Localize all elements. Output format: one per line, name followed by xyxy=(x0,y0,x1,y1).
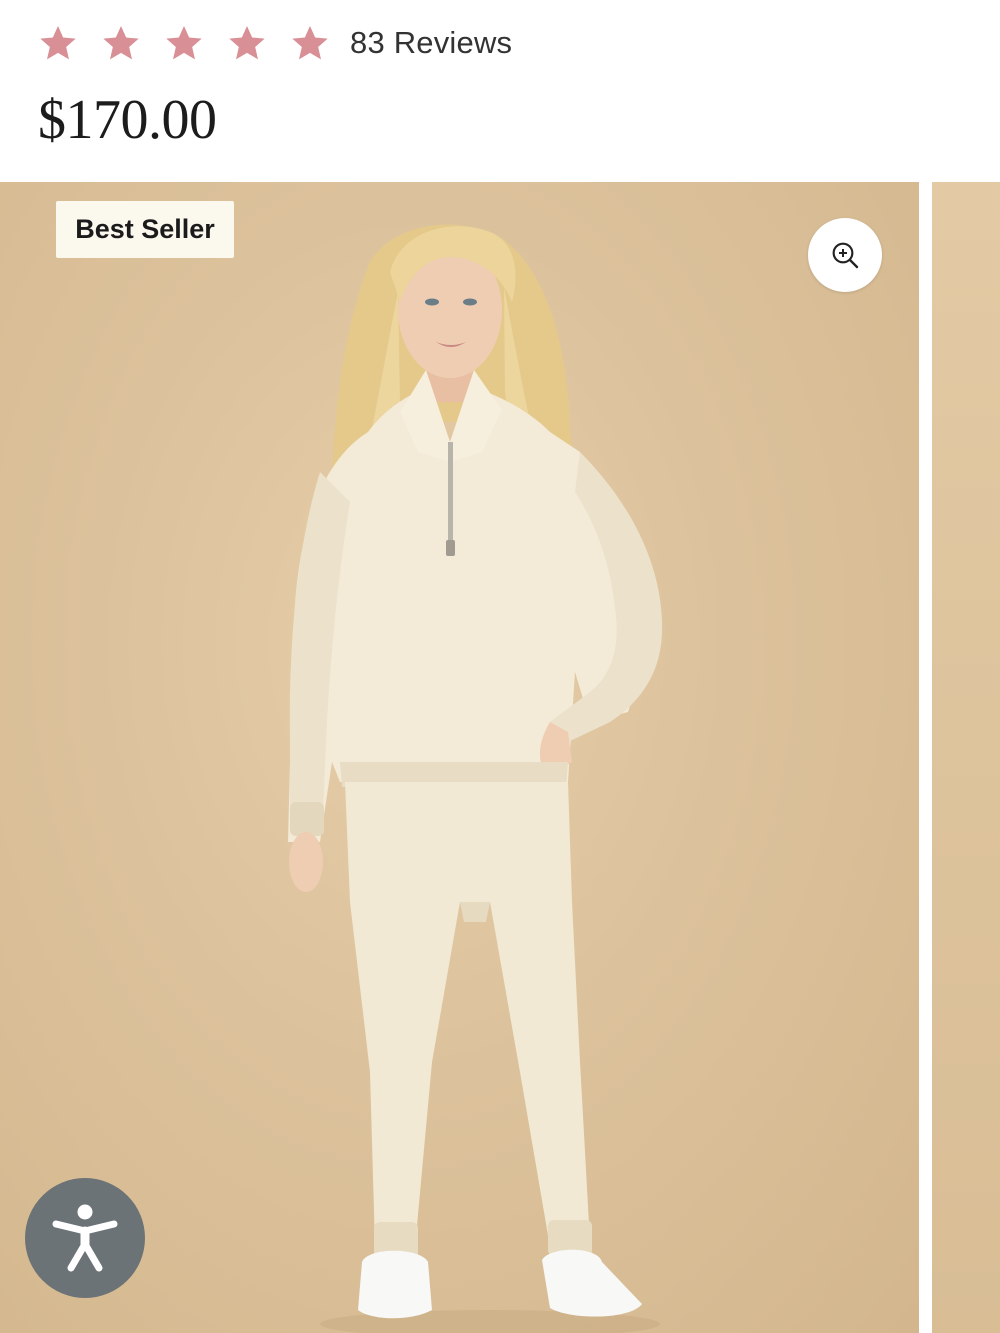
star-icon xyxy=(229,26,265,60)
reviews-count-link[interactable]: 83 Reviews xyxy=(350,25,512,61)
star-rating[interactable] xyxy=(38,23,350,63)
zoom-in-icon xyxy=(832,242,859,269)
best-seller-badge: Best Seller xyxy=(56,201,234,258)
product-price: $170.00 xyxy=(38,89,217,151)
product-image-slide[interactable]: Best Seller xyxy=(0,182,919,1333)
star-icon xyxy=(292,26,328,60)
product-image-gallery[interactable]: Best Seller xyxy=(0,182,1000,1333)
star-icon xyxy=(40,26,76,60)
rating-row: 83 Reviews xyxy=(38,20,512,66)
next-image-slide-peek[interactable] xyxy=(932,182,1000,1333)
product-model-image xyxy=(288,224,663,1333)
accessibility-person-icon xyxy=(52,1204,118,1272)
accessibility-button[interactable] xyxy=(25,1178,145,1298)
slide-divider xyxy=(919,182,932,1333)
product-page: 83 Reviews $170.00 Best Seller xyxy=(0,0,1000,1333)
zoom-button[interactable] xyxy=(808,218,882,292)
star-icon xyxy=(103,26,139,60)
star-icon xyxy=(166,26,202,60)
